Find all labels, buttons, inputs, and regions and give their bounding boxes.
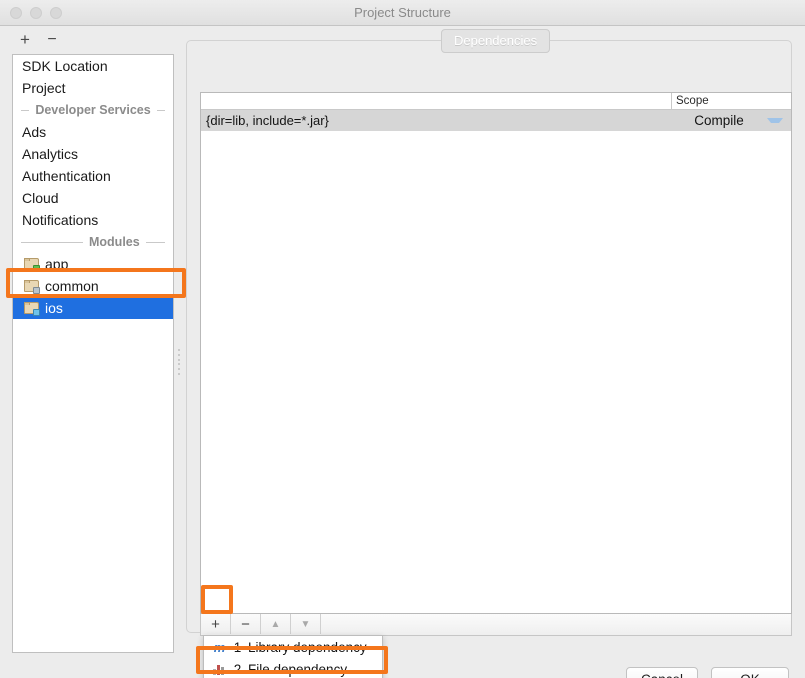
panel-splitter[interactable] xyxy=(174,54,184,653)
separator-rule-right xyxy=(156,109,166,111)
separator-rule-left xyxy=(21,109,30,111)
file-bars-icon xyxy=(212,663,227,676)
dependencies-table[interactable]: Scope {dir=lib, include=*.jar} Compile xyxy=(200,92,792,614)
separator-rule-right xyxy=(145,241,165,243)
sidebar-group-developer-services: Developer Services xyxy=(13,99,173,121)
maven-icon: m xyxy=(213,639,226,655)
title-bar: Project Structure xyxy=(0,0,805,26)
menu-item-label: File dependency xyxy=(248,661,348,677)
sidebar-item-app[interactable]: app xyxy=(13,253,173,275)
sidebar-toolbar: + − xyxy=(0,26,178,54)
toolbar-filler xyxy=(321,614,791,635)
table-header-row: Scope xyxy=(201,93,791,110)
add-dependency-menu[interactable]: m 1 Library dependency 2 File dependency… xyxy=(203,635,383,678)
sidebar-item-label: common xyxy=(45,278,99,294)
add-module-button[interactable]: + xyxy=(15,30,35,50)
folder-android-icon xyxy=(24,257,40,272)
sidebar-group-label: Modules xyxy=(89,235,140,249)
folder-module-icon xyxy=(24,301,40,316)
splitter-grip-icon xyxy=(177,349,181,375)
sidebar-item-authentication[interactable]: Authentication xyxy=(13,165,173,187)
sidebar-item-ios[interactable]: ios xyxy=(13,297,173,319)
cell-dependency: {dir=lib, include=*.jar} xyxy=(206,113,329,128)
remove-dependency-button[interactable]: − xyxy=(231,614,261,634)
cell-scope[interactable]: Compile xyxy=(671,113,791,128)
sidebar-list[interactable]: SDK Location Project Developer Services … xyxy=(12,54,174,653)
menu-item-number: 1 xyxy=(233,639,242,655)
sidebar-group-label: Developer Services xyxy=(35,103,151,117)
sidebar-item-project[interactable]: Project xyxy=(13,77,173,99)
sidebar-item-label: ios xyxy=(45,300,63,316)
folder-library-icon xyxy=(24,279,40,294)
window-title: Project Structure xyxy=(354,5,451,20)
move-up-button[interactable]: ▲ xyxy=(261,614,291,634)
move-down-button[interactable]: ▼ xyxy=(291,614,321,634)
dependencies-toolbar: + − ▲ ▼ xyxy=(200,614,792,636)
tab-strip: Dependencies xyxy=(186,28,792,53)
sidebar-item-sdk-location[interactable]: SDK Location xyxy=(13,55,173,77)
project-structure-dialog: Project Structure + − SDK Location Proje… xyxy=(0,0,805,678)
chevron-down-icon[interactable] xyxy=(767,118,783,123)
sidebar-item-analytics[interactable]: Analytics xyxy=(13,143,173,165)
separator-rule-left xyxy=(21,241,83,243)
menu-item-library-dependency[interactable]: m 1 Library dependency xyxy=(204,636,382,658)
sidebar-item-label: app xyxy=(45,256,69,272)
sidebar-item-notifications[interactable]: Notifications xyxy=(13,209,173,231)
add-dependency-button[interactable]: + xyxy=(201,614,231,634)
dialog-body: + − SDK Location Project Developer Servi… xyxy=(0,26,805,678)
scope-value: Compile xyxy=(694,113,744,128)
menu-item-file-dependency[interactable]: 2 File dependency xyxy=(204,658,382,678)
tab-dependencies[interactable]: Dependencies xyxy=(441,29,551,53)
column-header-dependency[interactable] xyxy=(201,93,671,109)
menu-item-number: 2 xyxy=(233,661,242,677)
sidebar-group-modules: Modules xyxy=(13,231,173,253)
sidebar-item-common[interactable]: common xyxy=(13,275,173,297)
menu-item-label: Library dependency xyxy=(248,639,367,655)
table-row[interactable]: {dir=lib, include=*.jar} Compile xyxy=(201,110,791,131)
sidebar-item-ads[interactable]: Ads xyxy=(13,121,173,143)
remove-module-button[interactable]: − xyxy=(42,30,62,50)
column-header-scope[interactable]: Scope xyxy=(671,93,791,109)
cancel-button[interactable]: Cancel xyxy=(626,667,698,678)
sidebar-item-cloud[interactable]: Cloud xyxy=(13,187,173,209)
ok-button[interactable]: OK xyxy=(711,667,789,678)
